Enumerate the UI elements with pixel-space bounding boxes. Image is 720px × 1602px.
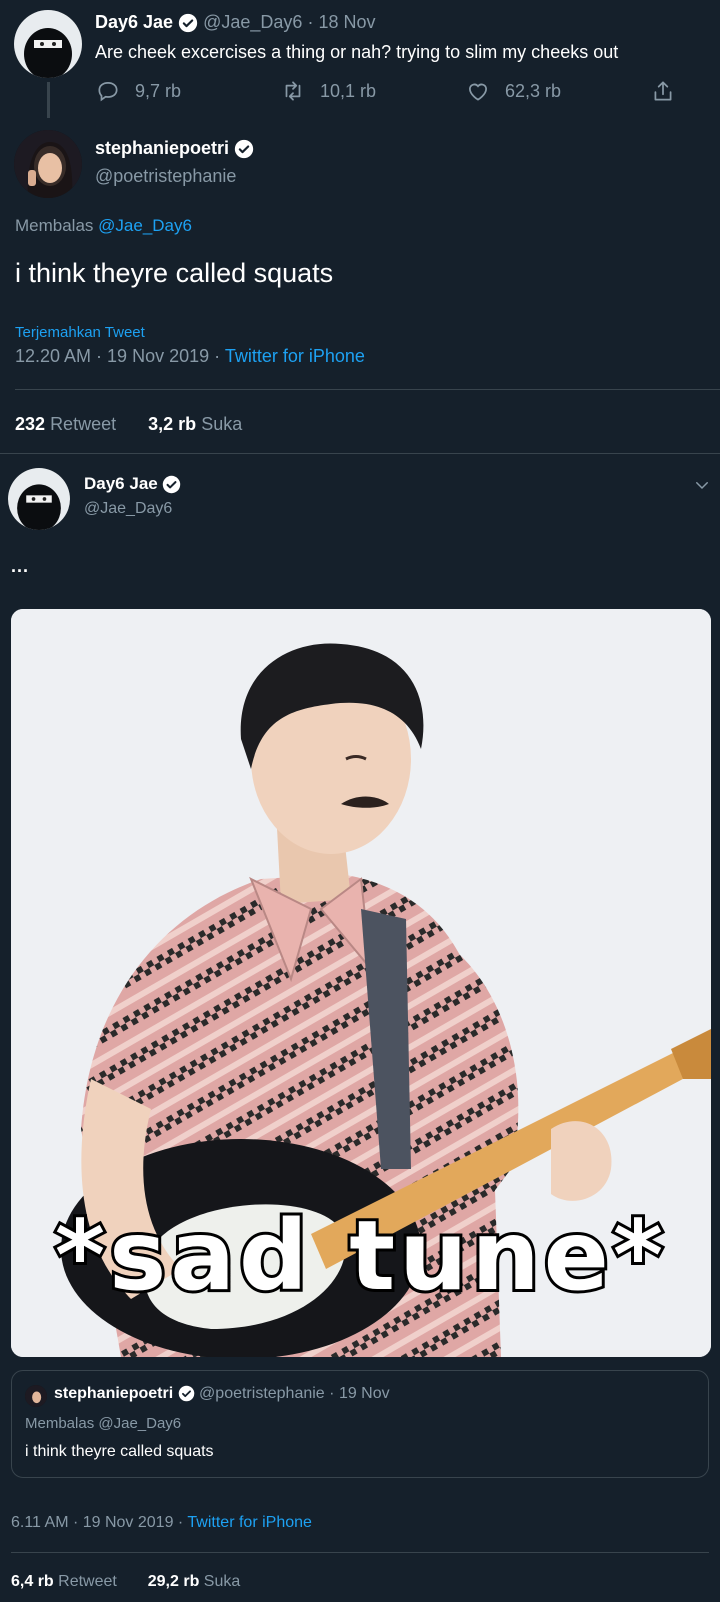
tweet-2-timestamp: 6.11 AM · 19 Nov 2019 · Twitter for iPho… — [11, 1514, 312, 1532]
verified-badge-icon — [234, 140, 254, 159]
retweet-count: 10,1 rb — [320, 80, 377, 101]
quoted-header: stephaniepoetri @poetristephanie · 19 No… — [54, 1385, 390, 1403]
divider — [0, 453, 720, 454]
like-stat-label: Suka — [203, 1573, 241, 1590]
thread-line — [47, 82, 50, 118]
avatar-image — [8, 468, 70, 530]
replying-to-label: Membalas — [25, 1415, 95, 1432]
tweet-text: Are cheek excercises a thing or nah? try… — [95, 42, 619, 62]
reply-header: stephaniepoetri — [95, 138, 254, 159]
like-stat[interactable]: 3,2 rb Suka — [148, 414, 242, 434]
like-action[interactable]: 62,3 rb — [465, 78, 561, 104]
tweet-timestamp: 12.20 AM · 19 Nov 2019 · Twitter for iPh… — [15, 346, 365, 367]
timestamp-text[interactable]: 6.11 AM · 19 Nov 2019 · — [11, 1514, 183, 1531]
quoted-replying-to: Membalas @Jae_Day6 — [25, 1415, 181, 1432]
separator-dot: · — [307, 12, 314, 32]
guitarist-photo: *sad tune* — [11, 609, 711, 1357]
avatar-image — [14, 10, 82, 78]
author-name[interactable]: stephaniepoetri — [95, 138, 229, 158]
quoted-date: 19 Nov — [338, 1385, 390, 1402]
author-handle[interactable]: @Jae_Day6 — [84, 500, 172, 518]
source-link[interactable]: Twitter for iPhone — [225, 346, 365, 366]
retweet-stat[interactable]: 6,4 rb Retweet — [11, 1573, 117, 1590]
avatar-stephaniepoetri-small — [25, 1385, 47, 1407]
tweet-1-header: Day6 Jae @Jae_Day6 · 18 Nov — [95, 12, 376, 33]
like-stat[interactable]: 29,2 rb Suka — [148, 1573, 241, 1590]
avatar-day6-jae[interactable] — [8, 468, 70, 530]
avatar-image — [25, 1385, 47, 1407]
avatar-day6-jae[interactable] — [14, 10, 82, 78]
reply-stats: 232 Retweet 3,2 rb Suka — [15, 414, 242, 435]
tweet-date[interactable]: 18 Nov — [318, 12, 375, 32]
translate-tweet-link[interactable]: Terjemahkan Tweet — [15, 324, 145, 341]
image-caption: *sad tune* — [55, 1200, 667, 1312]
retweet-stat-label: Retweet — [50, 414, 117, 434]
share-icon — [654, 81, 672, 101]
like-stat-count: 29,2 rb — [147, 1573, 200, 1590]
author-handle[interactable]: @Jae_Day6 — [203, 12, 302, 32]
avatar-stephaniepoetri[interactable] — [14, 130, 82, 198]
timestamp-text[interactable]: 12.20 AM · 19 Nov 2019 · — [15, 346, 220, 366]
reply-count: 9,7 rb — [135, 80, 182, 101]
reply-icon — [98, 82, 118, 102]
retweet-stat-count: 6,4 rb — [11, 1573, 54, 1590]
tweet-media-image[interactable]: *sad tune* — [11, 609, 711, 1357]
verified-badge-icon — [163, 475, 181, 494]
retweet-stat-count: 232 — [15, 414, 46, 434]
tweet-text: i think theyre called squats — [15, 258, 334, 288]
reply-action[interactable]: 9,7 rb — [95, 78, 181, 104]
replying-to-handle: @Jae_Day6 — [98, 1415, 182, 1432]
verified-badge-icon — [178, 1385, 194, 1402]
divider — [15, 389, 720, 390]
retweet-icon — [285, 81, 301, 101]
avatar-image — [14, 130, 82, 198]
quoted-author-handle: @poetristephanie — [199, 1385, 325, 1402]
divider — [11, 1552, 709, 1553]
tweet-2-stats: 6,4 rb Retweet 29,2 rb Suka — [11, 1573, 240, 1591]
replying-to: Membalas @Jae_Day6 — [15, 216, 192, 236]
author-name[interactable]: Day6 Jae — [95, 12, 173, 32]
share-action[interactable] — [650, 78, 676, 104]
heart-icon — [469, 83, 487, 101]
retweet-stat-label: Retweet — [58, 1573, 117, 1590]
replying-to-handle[interactable]: @Jae_Day6 — [98, 216, 192, 235]
quoted-text: i think theyre called squats — [25, 1443, 214, 1460]
like-stat-label: Suka — [201, 414, 243, 434]
retweet-stat[interactable]: 232 Retweet — [15, 414, 116, 434]
like-stat-count: 3,2 rb — [148, 414, 197, 434]
quoted-tweet[interactable]: stephaniepoetri @poetristephanie · 19 No… — [11, 1370, 709, 1478]
tweet-2-header: Day6 Jae — [84, 474, 181, 494]
chevron-down-icon[interactable] — [693, 476, 711, 494]
like-count: 62,3 rb — [505, 80, 562, 101]
source-link[interactable]: Twitter for iPhone — [187, 1514, 312, 1531]
tweet-text: ... — [11, 556, 30, 576]
verified-badge-icon — [178, 14, 198, 33]
separator-dot: · — [329, 1385, 335, 1402]
quoted-author-name: stephaniepoetri — [54, 1385, 174, 1402]
retweet-action[interactable]: 10,1 rb — [280, 78, 376, 104]
replying-to-label: Membalas — [15, 216, 94, 235]
author-name[interactable]: Day6 Jae — [84, 474, 158, 493]
author-handle[interactable]: @poetristephanie — [95, 166, 236, 187]
